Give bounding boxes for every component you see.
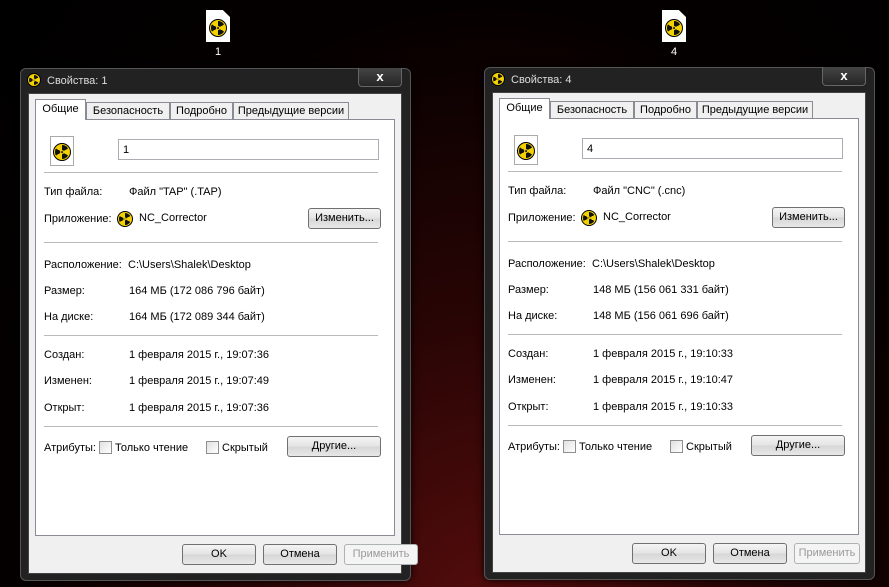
file-type-value: Файл "CNC" (.cnc) [593, 185, 686, 197]
disk-size-label: На диске: [508, 310, 558, 322]
properties-window-4: Свойства: 4 x Общие Безопасность Подробн… [484, 67, 875, 580]
tab-previous-versions[interactable]: Предыдущие версии [697, 101, 813, 118]
radiation-icon [117, 211, 133, 227]
divider [44, 242, 378, 243]
general-panel: Тип файла: Файл "CNC" (.cnc) Приложение:… [499, 118, 859, 535]
window-title: Свойства: 4 [511, 74, 572, 86]
disk-size-label: На диске: [44, 311, 94, 323]
file-type-label: Тип файла: [508, 185, 567, 197]
created-label: Создан: [44, 349, 85, 361]
size-value: 148 МБ (156 061 331 байт) [593, 284, 729, 296]
hidden-checkbox[interactable] [206, 441, 219, 454]
tab-general[interactable]: Общие [499, 98, 550, 119]
tab-general[interactable]: Общие [35, 99, 86, 120]
opened-value: 1 февраля 2015 г., 19:10:33 [593, 401, 734, 413]
tab-details[interactable]: Подробно [634, 101, 697, 118]
ok-button[interactable]: OK [632, 543, 706, 564]
app-value: NC_Corrector [603, 211, 671, 223]
modified-value: 1 февраля 2015 г., 19:10:47 [593, 374, 734, 386]
opened-label: Открыт: [508, 401, 549, 413]
change-button[interactable]: Изменить... [772, 207, 845, 228]
readonly-checkbox[interactable] [563, 440, 576, 453]
readonly-checkbox[interactable] [99, 441, 112, 454]
modified-value: 1 февраля 2015 г., 19:07:49 [129, 375, 270, 387]
tab-details[interactable]: Подробно [170, 102, 233, 119]
apply-button[interactable]: Применить [344, 544, 418, 565]
close-button[interactable]: x [358, 68, 402, 87]
tab-security[interactable]: Безопасность [86, 102, 170, 119]
desktop-file-label: 1 [214, 46, 222, 58]
location-label: Расположение: [508, 258, 586, 270]
radiation-icon [491, 72, 505, 86]
divider [508, 425, 842, 426]
app-label: Приложение: [508, 212, 576, 224]
file-name-field[interactable] [118, 139, 379, 160]
ok-button[interactable]: OK [182, 544, 256, 565]
hidden-label: Скрытый [686, 441, 732, 453]
divider [508, 334, 842, 335]
disk-size-value: 164 МБ (172 089 344 байт) [129, 311, 265, 323]
desktop-file-label: 4 [670, 46, 678, 58]
location-value: C:\Users\Shalek\Desktop [592, 258, 715, 270]
app-value: NC_Corrector [139, 212, 207, 224]
file-name-field[interactable] [582, 138, 843, 159]
created-label: Создан: [508, 348, 549, 360]
disk-size-value: 148 МБ (156 061 696 байт) [593, 310, 729, 322]
file-type-label: Тип файла: [44, 186, 103, 198]
desktop-file-4[interactable]: 4 [654, 10, 694, 58]
other-attributes-button[interactable]: Другие... [287, 436, 381, 457]
size-label: Размер: [508, 284, 549, 296]
tab-previous-versions[interactable]: Предыдущие версии [233, 102, 349, 119]
opened-value: 1 февраля 2015 г., 19:07:36 [129, 402, 270, 414]
tab-security[interactable]: Безопасность [550, 101, 634, 118]
readonly-label: Только чтение [115, 442, 189, 454]
app-label: Приложение: [44, 213, 112, 225]
attributes-label: Атрибуты: [44, 442, 96, 454]
radiation-icon [581, 210, 597, 226]
radiation-file-icon [662, 10, 686, 42]
location-label: Расположение: [44, 259, 122, 271]
attributes-label: Атрибуты: [508, 441, 560, 453]
file-type-value: Файл "TAP" (.TAP) [129, 186, 222, 198]
divider [44, 426, 378, 427]
divider [508, 241, 842, 242]
modified-label: Изменен: [508, 374, 556, 386]
created-value: 1 февраля 2015 г., 19:10:33 [593, 348, 734, 360]
dialog-client: Общие Безопасность Подробно Предыдущие в… [492, 92, 866, 573]
location-value: C:\Users\Shalek\Desktop [128, 259, 251, 271]
general-panel: Тип файла: Файл "TAP" (.TAP) Приложение:… [35, 119, 395, 536]
radiation-file-icon [206, 10, 230, 42]
size-value: 164 МБ (172 086 796 байт) [129, 285, 265, 297]
title-bar[interactable]: Свойства: 1 x [21, 68, 410, 93]
radiation-file-icon [514, 135, 538, 165]
desktop-file-1[interactable]: 1 [198, 10, 238, 58]
apply-button[interactable]: Применить [794, 543, 860, 564]
radiation-file-icon [50, 136, 74, 166]
hidden-checkbox[interactable] [670, 440, 683, 453]
change-button[interactable]: Изменить... [308, 208, 381, 229]
window-title: Свойства: 1 [47, 75, 108, 87]
dialog-client: Общие Безопасность Подробно Предыдущие в… [28, 93, 418, 574]
radiation-icon [27, 73, 41, 87]
created-value: 1 февраля 2015 г., 19:07:36 [129, 349, 270, 361]
title-bar[interactable]: Свойства: 4 x [485, 67, 874, 92]
divider [508, 171, 842, 172]
divider [44, 335, 378, 336]
close-button[interactable]: x [822, 67, 866, 86]
cancel-button[interactable]: Отмена [263, 544, 337, 565]
readonly-label: Только чтение [579, 441, 653, 453]
size-label: Размер: [44, 285, 85, 297]
hidden-label: Скрытый [222, 442, 268, 454]
other-attributes-button[interactable]: Другие... [751, 435, 845, 456]
properties-window-1: Свойства: 1 x Общие Безопасность Подробн… [20, 68, 418, 581]
opened-label: Открыт: [44, 402, 85, 414]
divider [44, 172, 378, 173]
modified-label: Изменен: [44, 375, 92, 387]
cancel-button[interactable]: Отмена [713, 543, 787, 564]
